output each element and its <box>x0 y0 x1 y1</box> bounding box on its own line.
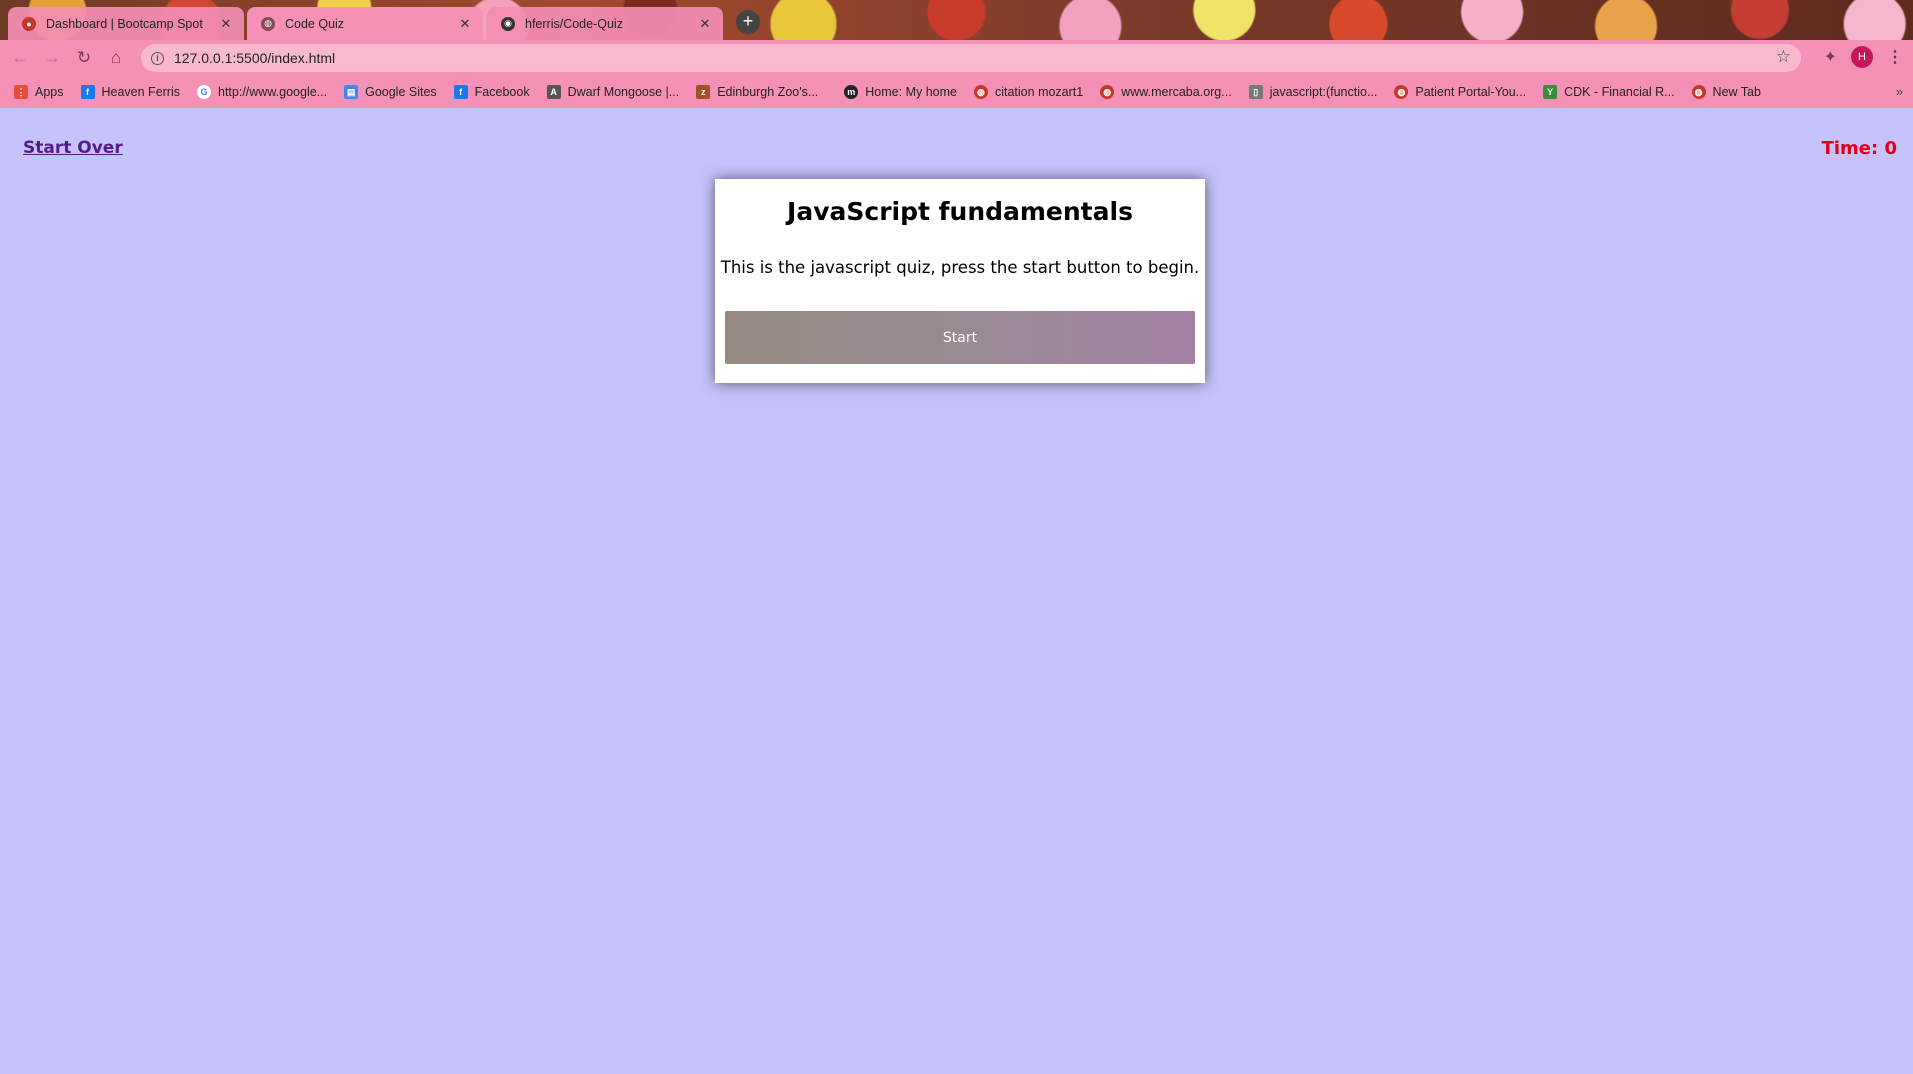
close-icon[interactable]: ✕ <box>218 16 234 32</box>
timer-display: Time: 0 <box>1821 138 1897 159</box>
forward-arrow-icon[interactable]: → <box>40 46 64 70</box>
bookmark-patient-portal[interactable]: ◍ Patient Portal-You... <box>1394 85 1526 99</box>
url-text: 127.0.0.1:5500/index.html <box>174 50 336 66</box>
bookmarks-bar: ⋮ Apps f Heaven Ferris G http://www.goog… <box>0 76 1913 108</box>
bookmark-label: citation mozart1 <box>994 85 1084 99</box>
tab-title: Code Quiz <box>285 16 345 31</box>
globe-icon: ◍ <box>1100 85 1115 99</box>
home-icon[interactable]: ⌂ <box>104 46 128 70</box>
reload-icon[interactable]: ↻ <box>72 46 96 70</box>
toolbar-right-icons: ✦ H ⋮ <box>1824 46 1903 68</box>
browser-toolbar: ← → ↻ ⌂ i 127.0.0.1:5500/index.html ☆ ✦ … <box>0 40 1913 76</box>
globe-icon: ◍ <box>261 16 275 31</box>
page-content: Start Over Time: 0 JavaScript fundamenta… <box>0 108 1913 1074</box>
close-icon[interactable]: ✕ <box>697 16 713 32</box>
bookmark-google-sites[interactable]: ▤ Google Sites <box>344 85 437 99</box>
bookmark-label: Google Sites <box>365 85 437 99</box>
tab-title: Dashboard | Bootcamp Spot <box>46 16 203 31</box>
address-bar[interactable]: i 127.0.0.1:5500/index.html ☆ <box>141 44 1801 72</box>
bookmark-cdk-financial[interactable]: Y CDK - Financial R... <box>1543 85 1675 99</box>
double-chevron-right-icon[interactable]: » <box>1896 84 1903 99</box>
facebook-icon: f <box>453 85 468 99</box>
start-over-link[interactable]: Start Over <box>23 138 123 158</box>
quiz-title: JavaScript fundamentals <box>787 197 1133 226</box>
extensions-puzzle-icon[interactable]: ✦ <box>1824 47 1837 67</box>
bookmark-label: Dwarf Mongoose |... <box>567 85 680 99</box>
avatar[interactable]: H <box>1851 46 1873 68</box>
tab-title: hferris/Code-Quiz <box>525 16 623 31</box>
bookmark-label: Facebook <box>474 85 530 99</box>
tab-github-code-quiz[interactable]: ◉ hferris/Code-Quiz ✕ <box>487 7 723 40</box>
globe-icon: ◍ <box>973 85 988 99</box>
bookmark-new-tab[interactable]: ◍ New Tab <box>1691 85 1761 99</box>
tab-strip: ● Dashboard | Bootcamp Spot ✕ ◍ Code Qui… <box>0 0 1913 40</box>
quiz-card: JavaScript fundamentals This is the java… <box>715 179 1205 383</box>
tab-code-quiz[interactable]: ◍ Code Quiz ✕ <box>247 7 483 40</box>
bookmark-javascript-bookmarklet[interactable]: ▯ javascript:(functio... <box>1248 85 1378 99</box>
zoo-icon: z <box>696 85 711 99</box>
bookmark-mercaba[interactable]: ◍ www.mercaba.org... <box>1100 85 1232 99</box>
info-icon[interactable]: i <box>151 51 164 65</box>
bookmark-label: javascript:(functio... <box>1269 85 1378 99</box>
bookmark-label: Patient Portal-You... <box>1415 85 1527 99</box>
m-logo-icon: m <box>844 85 859 99</box>
cdk-icon: Y <box>1543 85 1558 99</box>
google-icon: G <box>197 85 211 99</box>
awf-icon: A <box>546 85 561 99</box>
bookmark-label: Home: My home <box>865 85 957 99</box>
bookmark-heaven-ferris[interactable]: f Heaven Ferris <box>80 85 181 99</box>
bootcamp-icon: ● <box>22 16 36 31</box>
star-icon[interactable]: ☆ <box>1776 47 1791 67</box>
bookmarklet-icon: ▯ <box>1248 85 1263 99</box>
bookmark-label: Heaven Ferris <box>101 85 181 99</box>
bookmark-label: http://www.google... <box>218 85 328 99</box>
kebab-menu-icon[interactable]: ⋮ <box>1887 47 1903 67</box>
bookmark-facebook[interactable]: f Facebook <box>453 85 530 99</box>
close-icon[interactable]: ✕ <box>457 16 473 32</box>
new-tab-button[interactable]: + <box>736 10 760 34</box>
bookmark-label: Edinburgh Zoo's... <box>717 85 819 99</box>
google-sites-icon: ▤ <box>344 85 359 99</box>
bookmark-apps[interactable]: ⋮ Apps <box>14 85 64 99</box>
bookmark-label: www.mercaba.org... <box>1121 85 1232 99</box>
bookmark-dwarf-mongoose[interactable]: A Dwarf Mongoose |... <box>546 85 680 99</box>
bookmark-home-my-home[interactable]: m Home: My home <box>844 85 957 99</box>
bookmark-google-link[interactable]: G http://www.google... <box>197 85 327 99</box>
quiz-description: This is the javascript quiz, press the s… <box>720 258 1200 277</box>
globe-icon: ◍ <box>1691 85 1706 99</box>
globe-icon: ◍ <box>1394 85 1409 99</box>
bookmark-citation-mozart[interactable]: ◍ citation mozart1 <box>973 85 1084 99</box>
bookmark-label: Apps <box>35 85 64 99</box>
facebook-icon: f <box>80 85 95 99</box>
github-icon: ◉ <box>501 16 515 31</box>
start-button[interactable]: Start <box>725 311 1195 364</box>
bookmark-label: New Tab <box>1712 85 1761 99</box>
tab-dashboard-bootcamp-spot[interactable]: ● Dashboard | Bootcamp Spot ✕ <box>8 7 244 40</box>
bookmark-edinburgh-zoo[interactable]: z Edinburgh Zoo's... <box>696 85 818 99</box>
bookmark-label: CDK - Financial R... <box>1564 85 1675 99</box>
apps-grid-icon: ⋮ <box>14 85 28 99</box>
back-arrow-icon[interactable]: ← <box>8 46 32 70</box>
